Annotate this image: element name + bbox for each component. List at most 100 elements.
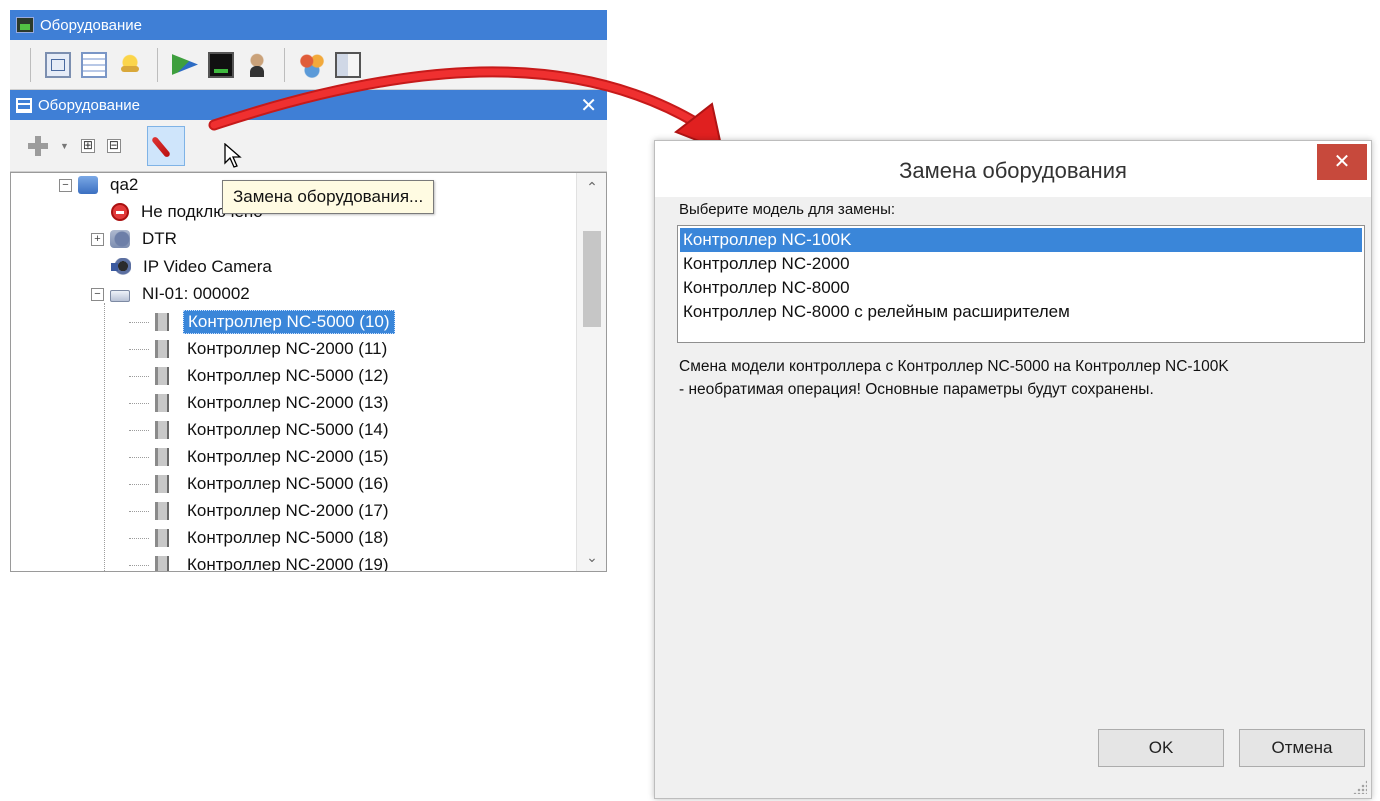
tree-node-ni-01[interactable]: − NI-01: 000002 bbox=[91, 282, 254, 306]
tree-connector-line bbox=[129, 348, 149, 350]
tree-connector-line bbox=[129, 483, 149, 485]
replace-equipment-button[interactable] bbox=[146, 125, 185, 166]
tree-node-label: qa2 bbox=[110, 175, 139, 194]
resize-grip-icon[interactable] bbox=[1353, 780, 1367, 794]
outer-window-titlebar: Оборудование bbox=[10, 10, 607, 40]
model-listbox[interactable]: Контроллер NC-100K Контроллер NC-2000 Ко… bbox=[677, 225, 1365, 343]
tree-node-label: Контроллер NC-2000 (19) bbox=[187, 555, 389, 572]
dropdown-arrow-icon[interactable]: ▼ bbox=[60, 141, 69, 151]
tree-connector-line bbox=[129, 321, 149, 323]
controller-icon bbox=[155, 448, 169, 466]
scroll-up-icon[interactable]: ⌃ bbox=[577, 175, 606, 199]
collapse-toggle[interactable]: − bbox=[59, 178, 72, 192]
report-icon[interactable] bbox=[335, 51, 361, 78]
equipment-toolbar: ▼ ⊞ ⊟ bbox=[10, 120, 607, 172]
tree-node-controller[interactable]: Контроллер NC-5000 (18) bbox=[129, 526, 393, 550]
tree-node-label: NI-01: 000002 bbox=[142, 284, 250, 303]
tree-connector-line bbox=[129, 564, 149, 566]
tree-node-controller[interactable]: Контроллер NC-2000 (19) bbox=[129, 553, 393, 572]
warning-line: - необратимая операция! Основные парамет… bbox=[679, 381, 1154, 398]
table-icon[interactable] bbox=[81, 51, 107, 78]
app-monitor-icon bbox=[16, 17, 34, 33]
tree-node-label: DTR bbox=[142, 229, 177, 248]
tree-node-controller[interactable]: Контроллер NC-5000 (10) bbox=[129, 310, 395, 334]
tree-node-label: Контроллер NC-2000 (15) bbox=[187, 447, 389, 466]
lamp-icon[interactable] bbox=[117, 51, 143, 78]
controller-icon bbox=[155, 367, 169, 385]
server-icon bbox=[78, 176, 98, 194]
tree-node-controller[interactable]: Контроллер NC-2000 (15) bbox=[129, 445, 393, 469]
tree-node-label: IP Video Camera bbox=[143, 257, 272, 276]
user-icon[interactable] bbox=[244, 51, 270, 78]
outer-window-title: Оборудование bbox=[40, 16, 143, 34]
ok-button[interactable]: OK bbox=[1098, 729, 1224, 767]
tree-connector-line bbox=[129, 375, 149, 377]
model-option[interactable]: Контроллер NC-2000 bbox=[680, 252, 1362, 276]
tree-node-root[interactable]: − qa2 bbox=[59, 173, 142, 197]
scroll-down-icon[interactable]: ⌄ bbox=[577, 545, 606, 569]
tree-node-controller[interactable]: Контроллер NC-2000 (13) bbox=[129, 391, 393, 415]
equipment-panel-titlebar: Оборудование ✕ bbox=[10, 90, 607, 120]
run-icon[interactable] bbox=[172, 54, 198, 75]
scroll-thumb[interactable] bbox=[583, 231, 601, 327]
expand-all-icon[interactable]: ⊞ bbox=[80, 138, 95, 153]
controller-icon bbox=[155, 340, 169, 358]
model-option[interactable]: Контроллер NC-8000 bbox=[680, 276, 1362, 300]
equipment-tree: − qa2 Не подключено + DTR IP Video Camer… bbox=[10, 172, 607, 572]
toolbar-separator bbox=[284, 47, 285, 82]
controller-icon bbox=[155, 475, 169, 493]
cancel-button[interactable]: Отмена bbox=[1239, 729, 1365, 767]
model-prompt-label: Выберите модель для замены: bbox=[679, 201, 896, 218]
add-device-icon[interactable] bbox=[28, 135, 48, 156]
tree-node-ip-camera[interactable]: IP Video Camera bbox=[111, 255, 276, 279]
tree-node-dtr[interactable]: + DTR bbox=[91, 227, 181, 251]
tree-node-controller[interactable]: Контроллер NC-5000 (16) bbox=[129, 472, 393, 496]
tree-node-controller[interactable]: Контроллер NC-5000 (14) bbox=[129, 418, 393, 442]
tree-node-controller[interactable]: Контроллер NC-2000 (17) bbox=[129, 499, 393, 523]
main-toolbar bbox=[10, 40, 607, 90]
tree-node-label: Контроллер NC-2000 (13) bbox=[187, 393, 389, 412]
panel-close-icon[interactable]: ✕ bbox=[580, 93, 597, 118]
expand-toggle[interactable]: + bbox=[91, 232, 104, 246]
not-connected-icon bbox=[111, 203, 129, 221]
tree-node-controller[interactable]: Контроллер NC-5000 (12) bbox=[129, 364, 393, 388]
tree-node-controller[interactable]: Контроллер NC-2000 (11) bbox=[129, 337, 391, 361]
tree-node-label: Контроллер NC-5000 (10) bbox=[183, 310, 395, 334]
tree-connector-line bbox=[129, 510, 149, 512]
controller-icon bbox=[155, 394, 169, 412]
network-interface-icon bbox=[110, 290, 130, 302]
irreversible-warning: Смена модели контроллера с Контроллер NC… bbox=[679, 355, 1359, 401]
collapse-all-icon[interactable]: ⊟ bbox=[106, 138, 121, 153]
tree-node-label: Контроллер NC-2000 (17) bbox=[187, 501, 389, 520]
replace-equipment-dialog: Замена оборудования ✕ Выберите модель дл… bbox=[654, 140, 1372, 799]
dtr-device-icon bbox=[110, 230, 130, 248]
controller-icon bbox=[155, 529, 169, 547]
collapse-toggle[interactable]: − bbox=[91, 287, 104, 301]
warning-line: Смена модели контроллера с Контроллер NC… bbox=[679, 358, 1229, 375]
tree-connector-line bbox=[129, 429, 149, 431]
properties-icon[interactable] bbox=[45, 51, 71, 78]
dialog-title: Замена оборудования bbox=[899, 158, 1127, 183]
controller-icon bbox=[155, 502, 169, 520]
dialog-close-icon[interactable]: ✕ bbox=[1317, 144, 1367, 180]
controller-icon bbox=[155, 556, 169, 571]
controller-icon bbox=[155, 313, 169, 331]
toolbar-separator bbox=[30, 47, 31, 82]
toolbar-separator bbox=[157, 47, 158, 82]
tree-connector-line bbox=[129, 537, 149, 539]
tree-scrollbar[interactable]: ⌃ ⌄ bbox=[576, 173, 606, 571]
tree-node-label: Контроллер NC-5000 (14) bbox=[187, 420, 389, 439]
monitor-icon[interactable] bbox=[208, 51, 234, 78]
tree-guide-line bbox=[104, 303, 105, 571]
users-group-icon[interactable] bbox=[299, 51, 325, 78]
tree-node-label: Контроллер NC-5000 (18) bbox=[187, 528, 389, 547]
model-option[interactable]: Контроллер NC-8000 с релейным расширител… bbox=[680, 300, 1362, 324]
camera-icon bbox=[111, 258, 131, 276]
tree-connector-line bbox=[129, 402, 149, 404]
model-option[interactable]: Контроллер NC-100K bbox=[680, 228, 1362, 252]
tree-panel-icon bbox=[16, 97, 32, 113]
replace-tooltip: Замена оборудования... bbox=[222, 180, 435, 214]
mouse-cursor-icon bbox=[224, 143, 242, 168]
tree-node-label: Контроллер NC-5000 (16) bbox=[187, 474, 389, 493]
controller-icon bbox=[155, 421, 169, 439]
